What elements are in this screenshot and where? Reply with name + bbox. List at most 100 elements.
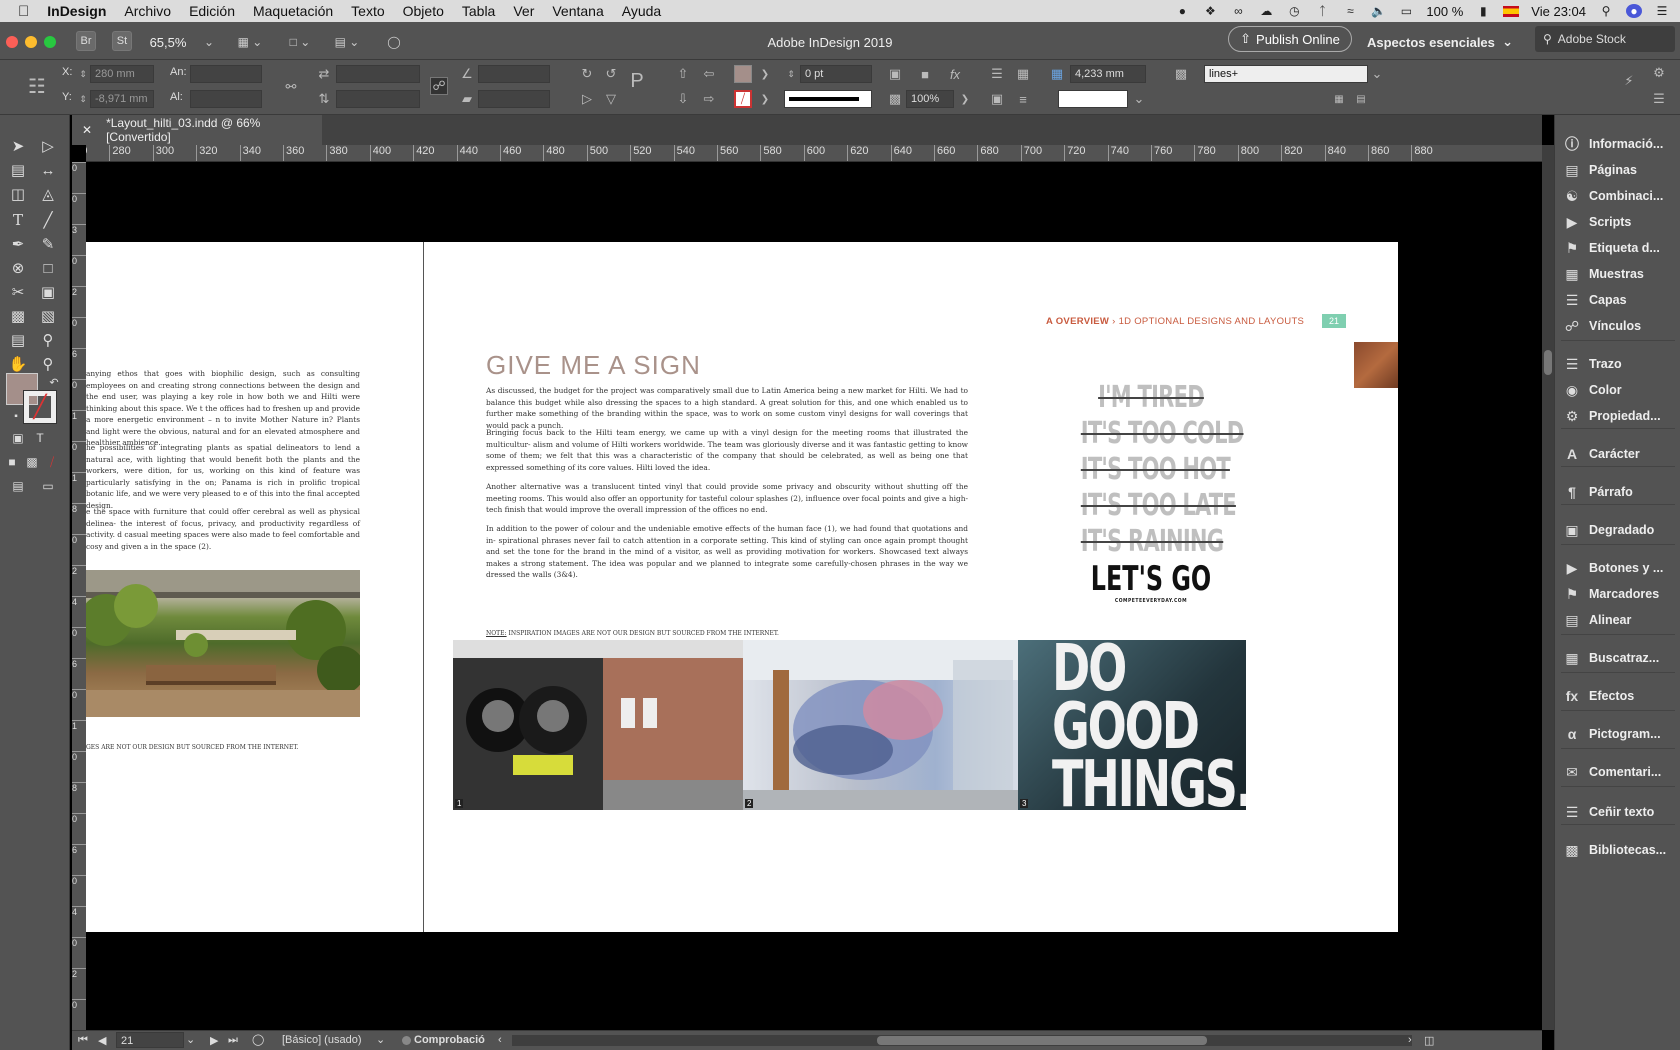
adobe-stock-search[interactable]: ⚲ Adobe Stock bbox=[1535, 26, 1675, 52]
break-link-icon[interactable]: ▤ bbox=[1352, 90, 1370, 108]
x-position-field[interactable]: 280 mm bbox=[90, 65, 154, 83]
rotate-angle-field[interactable] bbox=[478, 65, 550, 83]
arrange-documents-icon[interactable]: ▤ ⌄ bbox=[330, 31, 364, 53]
pasteboard[interactable]: anying ethos that goes with biophilic de… bbox=[86, 162, 1542, 1030]
spotlight-search-icon[interactable]: ⚲ bbox=[1598, 4, 1614, 18]
body-paragraph-1[interactable]: As discussed, the budget for the project… bbox=[486, 385, 968, 431]
object-style-field[interactable]: lines+ bbox=[1204, 65, 1368, 83]
free-transform-tool-icon[interactable]: ▣ bbox=[36, 281, 60, 303]
scale-x-field[interactable] bbox=[336, 65, 420, 83]
notification-center-icon[interactable]: ☰ bbox=[1654, 4, 1670, 18]
panel-libraries[interactable]: ▩ Bibliotecas... bbox=[1563, 838, 1677, 862]
panel-color[interactable]: ◉ Color bbox=[1563, 378, 1677, 402]
formatting-text-icon[interactable]: T bbox=[28, 427, 52, 449]
photo-tinted-vinyl-room[interactable]: 2 bbox=[743, 640, 1018, 810]
direct-selection-tool-icon[interactable]: ▷ bbox=[36, 135, 60, 157]
opacity-field[interactable]: 100% bbox=[906, 90, 954, 108]
select-container-icon[interactable]: ⇧ bbox=[674, 65, 692, 83]
dropbox-icon[interactable]: ❖ bbox=[1202, 4, 1218, 18]
gap-field[interactable]: 4,233 mm bbox=[1070, 65, 1146, 83]
text-wrap-jump-icon[interactable]: ≡ bbox=[1014, 90, 1032, 108]
line-tool-icon[interactable]: ╱ bbox=[36, 209, 60, 231]
stroke-weight-stepper-icon[interactable]: ⇕ bbox=[782, 65, 800, 83]
panel-effects[interactable]: fx Efectos bbox=[1563, 684, 1677, 708]
panel-gradient[interactable]: ▣ Degradado bbox=[1563, 518, 1677, 542]
panel-glyphs[interactable]: α Pictogram... bbox=[1563, 722, 1677, 746]
stroke-menu-icon[interactable]: ❯ bbox=[756, 90, 774, 108]
quick-apply-icon[interactable]: ⚡ bbox=[1620, 72, 1638, 90]
screen-mode-icon[interactable]: □ ⌄ bbox=[285, 31, 315, 53]
document-tab[interactable]: ✕ *Layout_hilti_03.indd @ 66% [Convertid… bbox=[72, 115, 322, 145]
fill-swatch[interactable] bbox=[734, 65, 752, 83]
volume-icon[interactable]: 🔈 bbox=[1370, 4, 1386, 18]
gpu-performance-icon[interactable]: ◯ bbox=[384, 31, 404, 53]
split-window-icon[interactable]: ◫ bbox=[1424, 1034, 1434, 1047]
panel-swatches[interactable]: ▦ Muestras bbox=[1563, 262, 1677, 286]
zoom-level[interactable]: 65,5% bbox=[145, 31, 191, 53]
bridge-button[interactable]: Br bbox=[76, 31, 96, 51]
previous-page-icon[interactable]: ◀ bbox=[98, 1034, 106, 1047]
menu-ventana[interactable]: Ventana bbox=[543, 3, 612, 19]
constrain-scale-icon[interactable]: ☍ bbox=[430, 77, 448, 95]
master-dropdown-icon[interactable]: ⌄ bbox=[376, 1033, 385, 1046]
scale-y-field[interactable] bbox=[336, 90, 420, 108]
drop-shadow-icon[interactable]: ■ bbox=[916, 65, 934, 83]
stroke-swatch[interactable]: ⧸ bbox=[734, 90, 752, 108]
next-page-icon[interactable]: ▶ bbox=[210, 1034, 218, 1047]
default-colors-icon[interactable]: ▪ bbox=[4, 405, 28, 427]
type-tool-icon[interactable]: T bbox=[6, 209, 30, 231]
text-wrap-shape-icon[interactable]: ▣ bbox=[988, 90, 1006, 108]
control-panel-menu-icon[interactable]: ☰ bbox=[1650, 90, 1668, 108]
panel-paragraph[interactable]: ¶ Párrafo bbox=[1563, 480, 1677, 504]
app-menu[interactable]: InDesign bbox=[38, 3, 115, 19]
select-next-icon[interactable]: ⇨ bbox=[700, 90, 718, 108]
clock[interactable]: Vie 23:04 bbox=[1531, 4, 1586, 19]
workspace-switcher[interactable]: Aspectos esenciales ⌄ bbox=[1365, 31, 1515, 53]
scale-y-icon[interactable]: ⇅ bbox=[315, 90, 333, 108]
master-page-status[interactable]: [Básico] (usado) bbox=[282, 1034, 361, 1046]
photo-faces-meeting-room[interactable]: 1 bbox=[453, 640, 743, 810]
airplay-icon[interactable]: ▭ bbox=[1398, 4, 1414, 18]
gradient-feather-tool-icon[interactable]: ▧ bbox=[36, 305, 60, 327]
horizontal-scrollbar[interactable] bbox=[512, 1035, 1412, 1046]
clear-overrides-icon[interactable]: ▦ bbox=[1330, 90, 1348, 108]
horizontal-scroll-thumb[interactable] bbox=[877, 1036, 1207, 1045]
inspiration-note[interactable]: NOTE: INSPIRATION IMAGES ARE NOT OUR DES… bbox=[486, 630, 779, 637]
menu-objeto[interactable]: Objeto bbox=[394, 3, 453, 19]
preflight-status-dot[interactable] bbox=[402, 1036, 411, 1045]
time-machine-icon[interactable]: ◷ bbox=[1286, 4, 1302, 18]
body-paragraph-4[interactable]: In addition to the power of colour and t… bbox=[486, 523, 968, 581]
panel-properties[interactable]: ⚙ Propiedad... bbox=[1563, 404, 1677, 428]
panel-buttons[interactable]: ▶ Botones y ... bbox=[1563, 556, 1677, 580]
menu-texto[interactable]: Texto bbox=[342, 3, 393, 19]
shear-angle-icon[interactable]: ▰ bbox=[458, 90, 476, 108]
scissors-tool-icon[interactable]: ✂ bbox=[6, 281, 30, 303]
flip-vertical-icon[interactable]: ▽ bbox=[602, 90, 620, 108]
page-number-badge[interactable]: 21 bbox=[1322, 314, 1346, 328]
stroke-weight-field[interactable]: 0 pt bbox=[800, 65, 872, 83]
vertical-ruler[interactable]: 0 0 3 0 2 0 6 0 1 0 1 8 0 2 4 0 6 0 1 0 8 0 6 0 4 0 2 0 bbox=[72, 162, 86, 1030]
y-position-field[interactable]: -8,971 mm bbox=[90, 90, 154, 108]
panel-stroke[interactable]: ☰ Trazo bbox=[1563, 352, 1677, 376]
rectangle-tool-icon[interactable]: □ bbox=[36, 257, 60, 279]
battery-percent[interactable]: 100 % bbox=[1426, 4, 1463, 19]
content-collector-icon[interactable]: ◫ bbox=[6, 183, 30, 205]
panel-text-wrap[interactable]: ☰ Ceñir texto bbox=[1563, 800, 1677, 824]
menu-ver[interactable]: Ver bbox=[504, 3, 543, 19]
reference-point-icon[interactable]: ☷ bbox=[24, 68, 50, 104]
panel-comments[interactable]: ✉ Comentari... bbox=[1563, 760, 1677, 784]
menu-maquetacion[interactable]: Maquetación bbox=[244, 3, 342, 19]
text-wrap-box-icon[interactable]: ▦ bbox=[1014, 65, 1032, 83]
pen-tool-icon[interactable]: ✒ bbox=[6, 233, 30, 255]
panel-tags[interactable]: ⚑ Etiqueta d... bbox=[1563, 236, 1677, 260]
creative-cloud-icon[interactable]: ∞ bbox=[1230, 4, 1246, 18]
upwork-icon[interactable]: ● bbox=[1174, 4, 1190, 18]
page-dropdown-icon[interactable]: ⌄ bbox=[186, 1033, 195, 1046]
horizontal-ruler[interactable]: 260 280 300 320 340 360 380 400 420 440 460 480 500 5… bbox=[86, 145, 1542, 162]
stroke-color-box[interactable]: ╱ bbox=[23, 390, 57, 424]
page-spread[interactable]: anying ethos that goes with biophilic de… bbox=[86, 242, 1398, 932]
panel-align[interactable]: ▤ Alinear bbox=[1563, 608, 1677, 632]
content-placer-icon[interactable]: ◬ bbox=[36, 183, 60, 205]
close-tab-icon[interactable]: ✕ bbox=[82, 123, 92, 137]
hand-tool-icon[interactable]: ✋ bbox=[6, 353, 30, 375]
